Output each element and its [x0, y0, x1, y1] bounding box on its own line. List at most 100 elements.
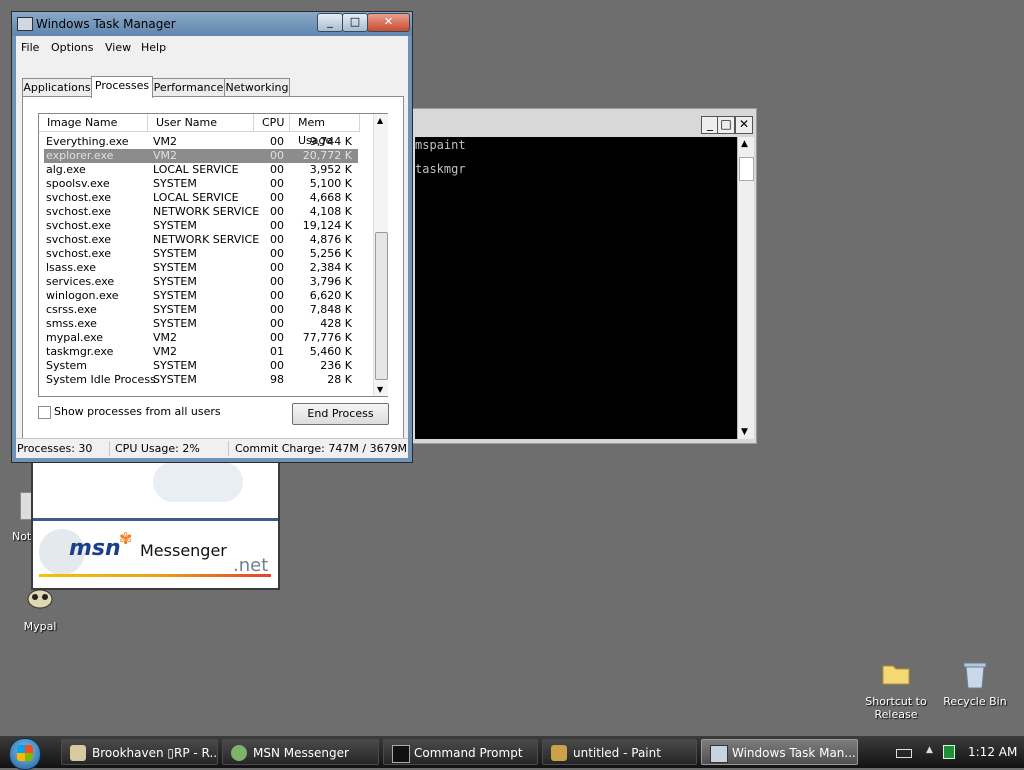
scroll-thumb[interactable] — [739, 157, 754, 181]
close-button[interactable]: ✕ — [735, 116, 753, 134]
taskbar-button-command-prompt[interactable]: Command Prompt — [383, 739, 538, 765]
process-cpu: 00 — [270, 247, 284, 260]
messenger-logo: msn ✾ Messenger .net — [33, 521, 278, 588]
process-row[interactable]: explorer.exe VM2 00 20,772 K — [44, 149, 358, 163]
process-name: System — [46, 359, 88, 372]
process-row[interactable]: winlogon.exe SYSTEM 00 6,620 K — [44, 289, 358, 303]
show-all-users-label[interactable]: Show processes from all users — [54, 405, 221, 418]
process-row[interactable]: spoolsv.exe SYSTEM 00 5,100 K — [44, 177, 358, 191]
process-row[interactable]: svchost.exe NETWORK SERVICE 00 4,876 K — [44, 233, 358, 247]
folder-icon — [880, 660, 912, 692]
process-name: explorer.exe — [46, 149, 114, 162]
taskbar-button-brookhaven[interactable]: Brookhaven ▯RP - R... — [61, 739, 218, 765]
console-line: taskmgr — [415, 162, 466, 176]
tab-networking[interactable]: Networking — [224, 78, 290, 97]
process-row[interactable]: alg.exe LOCAL SERVICE 00 3,952 K — [44, 163, 358, 177]
title-bar[interactable]: Windows Task Manager _ □ ✕ — [12, 12, 412, 36]
msn-messenger-window[interactable]: msn ✾ Messenger .net — [31, 455, 280, 590]
process-cpu: 00 — [270, 359, 284, 372]
desktop-icon-shortcut-release[interactable]: Shortcut to Release — [861, 660, 931, 721]
process-cpu: 00 — [270, 233, 284, 246]
desktop-icon-mypal[interactable]: Mypal — [5, 585, 75, 633]
process-name: spoolsv.exe — [46, 177, 110, 190]
process-user: SYSTEM — [153, 373, 197, 386]
taskbar-button-task-manager[interactable]: Windows Task Man... — [701, 739, 858, 765]
column-header-cpu[interactable]: CPU — [254, 114, 290, 132]
show-hidden-icons-icon[interactable]: ▲ — [926, 745, 933, 755]
process-name: svchost.exe — [46, 205, 112, 218]
process-name: winlogon.exe — [46, 289, 119, 302]
window-client: File Options View Help Applications Proc… — [16, 36, 408, 458]
status-cpu-usage: CPU Usage: 2% — [115, 442, 200, 455]
process-row[interactable]: svchost.exe SYSTEM 00 5,256 K — [44, 247, 358, 261]
tab-performance[interactable]: Performance — [152, 78, 225, 97]
clock[interactable]: 1:12 AM — [968, 745, 1017, 759]
process-row[interactable]: mypal.exe VM2 00 77,776 K — [44, 331, 358, 345]
menu-file[interactable]: File — [21, 41, 39, 54]
show-all-users-checkbox[interactable] — [38, 406, 51, 419]
end-process-button[interactable]: End Process — [292, 403, 389, 425]
scroll-down-icon[interactable]: ▼ — [377, 385, 383, 394]
vertical-scrollbar[interactable]: ▲ ▼ — [737, 137, 754, 439]
taskbar-button-paint[interactable]: untitled - Paint — [542, 739, 697, 765]
process-row[interactable]: Everything.exe VM2 00 9,744 K — [44, 135, 358, 149]
process-row[interactable]: csrss.exe SYSTEM 00 7,848 K — [44, 303, 358, 317]
process-row[interactable]: smss.exe SYSTEM 00 428 K — [44, 317, 358, 331]
process-cpu: 00 — [270, 331, 284, 344]
process-user: NETWORK SERVICE — [153, 205, 260, 218]
minimize-button[interactable]: _ — [317, 13, 343, 32]
menu-options[interactable]: Options — [51, 41, 93, 54]
scroll-up-icon[interactable]: ▲ — [377, 116, 383, 125]
process-name: alg.exe — [46, 163, 86, 176]
desktop-icon-recycle-bin[interactable]: Recycle Bin — [940, 660, 1010, 708]
command-prompt-window[interactable]: _ □ ✕ mspaint taskmgr ▲ ▼ — [408, 108, 757, 444]
process-row[interactable]: svchost.exe NETWORK SERVICE 00 4,108 K — [44, 205, 358, 219]
process-name: svchost.exe — [46, 233, 112, 246]
start-button[interactable] — [9, 738, 41, 770]
column-header-image-name[interactable]: Image Name — [39, 114, 148, 132]
process-name: mypal.exe — [46, 331, 104, 344]
process-row[interactable]: svchost.exe LOCAL SERVICE 00 4,668 K — [44, 191, 358, 205]
process-cpu: 00 — [270, 205, 284, 218]
menu-view[interactable]: View — [105, 41, 131, 54]
process-user: LOCAL SERVICE — [153, 163, 239, 176]
column-header-mem-usage[interactable]: Mem Usage — [290, 114, 360, 147]
process-row[interactable]: taskmgr.exe VM2 01 5,460 K — [44, 345, 358, 359]
scroll-thumb[interactable] — [375, 232, 388, 380]
process-mem: 3,796 K — [309, 275, 352, 288]
process-mem: 4,876 K — [309, 233, 352, 246]
keyboard-icon[interactable] — [896, 749, 912, 758]
tab-processes[interactable]: Processes — [91, 76, 153, 98]
network-icon[interactable] — [943, 745, 955, 759]
maximize-button[interactable]: □ — [342, 13, 368, 32]
process-row[interactable]: services.exe SYSTEM 00 3,796 K — [44, 275, 358, 289]
process-cpu: 00 — [270, 261, 284, 274]
process-row[interactable]: System Idle Process SYSTEM 98 28 K — [44, 373, 358, 387]
scroll-down-icon[interactable]: ▼ — [741, 427, 748, 437]
process-list[interactable]: Image Name User Name CPU Mem Usage Every… — [38, 113, 388, 397]
process-mem: 77,776 K — [302, 331, 352, 344]
process-name: svchost.exe — [46, 247, 112, 260]
process-row[interactable]: System SYSTEM 00 236 K — [44, 359, 358, 373]
msn-butterfly-icon: ✾ — [119, 529, 133, 548]
column-header-user-name[interactable]: User Name — [148, 114, 254, 132]
process-user: SYSTEM — [153, 219, 197, 232]
task-manager-window[interactable]: Windows Task Manager _ □ ✕ File Options … — [11, 11, 413, 463]
close-button[interactable]: ✕ — [367, 13, 410, 32]
process-mem: 5,100 K — [309, 177, 352, 190]
process-row[interactable]: svchost.exe SYSTEM 00 19,124 K — [44, 219, 358, 233]
process-list-scrollbar[interactable]: ▲ ▼ — [373, 114, 388, 396]
console-output[interactable]: mspaint taskmgr — [415, 137, 737, 439]
process-user: SYSTEM — [153, 317, 197, 330]
menu-help[interactable]: Help — [141, 41, 166, 54]
process-user: SYSTEM — [153, 261, 197, 274]
process-user: NETWORK SERVICE — [153, 233, 260, 246]
process-mem: 19,124 K — [302, 219, 352, 232]
process-cpu: 01 — [270, 345, 284, 358]
tab-applications[interactable]: Applications — [22, 78, 92, 97]
process-mem: 20,772 K — [302, 149, 352, 162]
taskbar-button-msn-messenger[interactable]: MSN Messenger — [222, 739, 379, 765]
process-row[interactable]: lsass.exe SYSTEM 00 2,384 K — [44, 261, 358, 275]
scroll-up-icon[interactable]: ▲ — [741, 139, 748, 149]
maximize-button[interactable]: □ — [717, 116, 735, 134]
